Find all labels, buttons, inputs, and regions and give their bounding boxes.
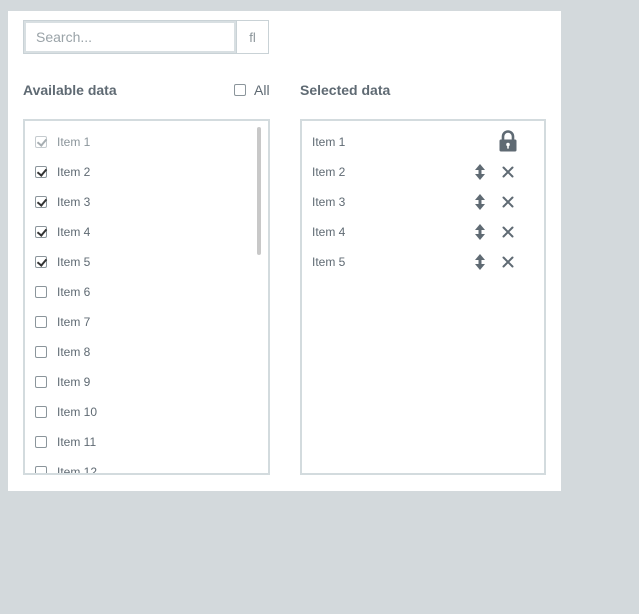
available-item-checkbox (35, 136, 47, 148)
available-item[interactable]: Item 12 (25, 457, 268, 475)
selected-item: Item 1 (302, 127, 544, 157)
available-item[interactable]: Item 2 (25, 157, 268, 187)
available-item[interactable]: Item 11 (25, 427, 268, 457)
available-item-checkbox[interactable] (35, 256, 47, 268)
available-item-label: Item 9 (57, 375, 91, 389)
selected-item-label: Item 2 (312, 165, 346, 179)
available-item[interactable]: Item 5 (25, 247, 268, 277)
available-item-label: Item 4 (57, 225, 91, 239)
available-item-label: Item 5 (57, 255, 91, 269)
available-item-checkbox[interactable] (35, 226, 47, 238)
available-item[interactable]: Item 1 (25, 127, 268, 157)
available-item[interactable]: Item 8 (25, 337, 268, 367)
available-item-checkbox[interactable] (35, 436, 47, 448)
selected-item: Item 3 (302, 187, 544, 217)
available-item-checkbox[interactable] (35, 406, 47, 418)
selected-data-heading: Selected data (300, 82, 391, 98)
search-bar: fl (23, 20, 269, 54)
close-icon[interactable] (500, 224, 516, 240)
available-item[interactable]: Item 6 (25, 277, 268, 307)
selected-item: Item 5 (302, 247, 544, 277)
available-item-checkbox[interactable] (35, 166, 47, 178)
available-item-checkbox[interactable] (35, 466, 47, 473)
lock-icon (498, 130, 518, 152)
available-items: Item 1 Item 2 Item 3 Item 4 Item 5 Item 6 Item… (25, 121, 268, 473)
available-item[interactable]: Item 9 (25, 367, 268, 397)
available-item-checkbox[interactable] (35, 286, 47, 298)
move-vertical-icon[interactable] (472, 254, 488, 270)
available-item-label: Item 3 (57, 195, 91, 209)
available-item-label: Item 6 (57, 285, 91, 299)
select-all-toggle[interactable]: All (234, 82, 270, 98)
available-item-checkbox[interactable] (35, 376, 47, 388)
available-item-label: Item 1 (57, 135, 91, 149)
selected-data-list: Item 1 Item 2 Item 3 Item 4 Item 5 (300, 119, 546, 475)
selected-items: Item 1 Item 2 Item 3 Item 4 Item 5 (302, 121, 544, 277)
available-item-label: Item 11 (57, 435, 97, 449)
move-vertical-icon[interactable] (472, 164, 488, 180)
move-vertical-icon[interactable] (472, 194, 488, 210)
available-item-checkbox[interactable] (35, 346, 47, 358)
select-all-checkbox[interactable] (234, 84, 246, 96)
available-item-label: Item 2 (57, 165, 91, 179)
available-item-label: Item 10 (57, 405, 98, 419)
available-item[interactable]: Item 7 (25, 307, 268, 337)
selected-item-label: Item 5 (312, 255, 346, 269)
search-icon: fl (249, 29, 256, 45)
selected-item: Item 4 (302, 217, 544, 247)
available-list-scrollbar[interactable] (257, 127, 261, 255)
search-input[interactable] (24, 21, 236, 53)
available-item[interactable]: Item 4 (25, 217, 268, 247)
available-item-checkbox[interactable] (35, 316, 47, 328)
selected-item-label: Item 4 (312, 225, 346, 239)
select-all-label: All (254, 82, 270, 98)
close-icon[interactable] (500, 164, 516, 180)
available-data-list[interactable]: Item 1 Item 2 Item 3 Item 4 Item 5 Item 6 Item… (23, 119, 270, 475)
available-item-label: Item 8 (57, 345, 91, 359)
selected-item: Item 2 (302, 157, 544, 187)
available-data-heading: Available data (23, 82, 117, 98)
data-selector-panel: fl Available data All Selected data Item… (8, 11, 561, 491)
available-item-checkbox[interactable] (35, 196, 47, 208)
close-icon[interactable] (500, 254, 516, 270)
search-button[interactable]: fl (236, 21, 268, 53)
close-icon[interactable] (500, 194, 516, 210)
available-item-label: Item 7 (57, 315, 91, 329)
move-vertical-icon[interactable] (472, 224, 488, 240)
selected-item-label: Item 1 (312, 135, 346, 149)
available-item[interactable]: Item 10 (25, 397, 268, 427)
available-item[interactable]: Item 3 (25, 187, 268, 217)
selected-item-label: Item 3 (312, 195, 346, 209)
available-item-label: Item 12 (57, 465, 98, 475)
